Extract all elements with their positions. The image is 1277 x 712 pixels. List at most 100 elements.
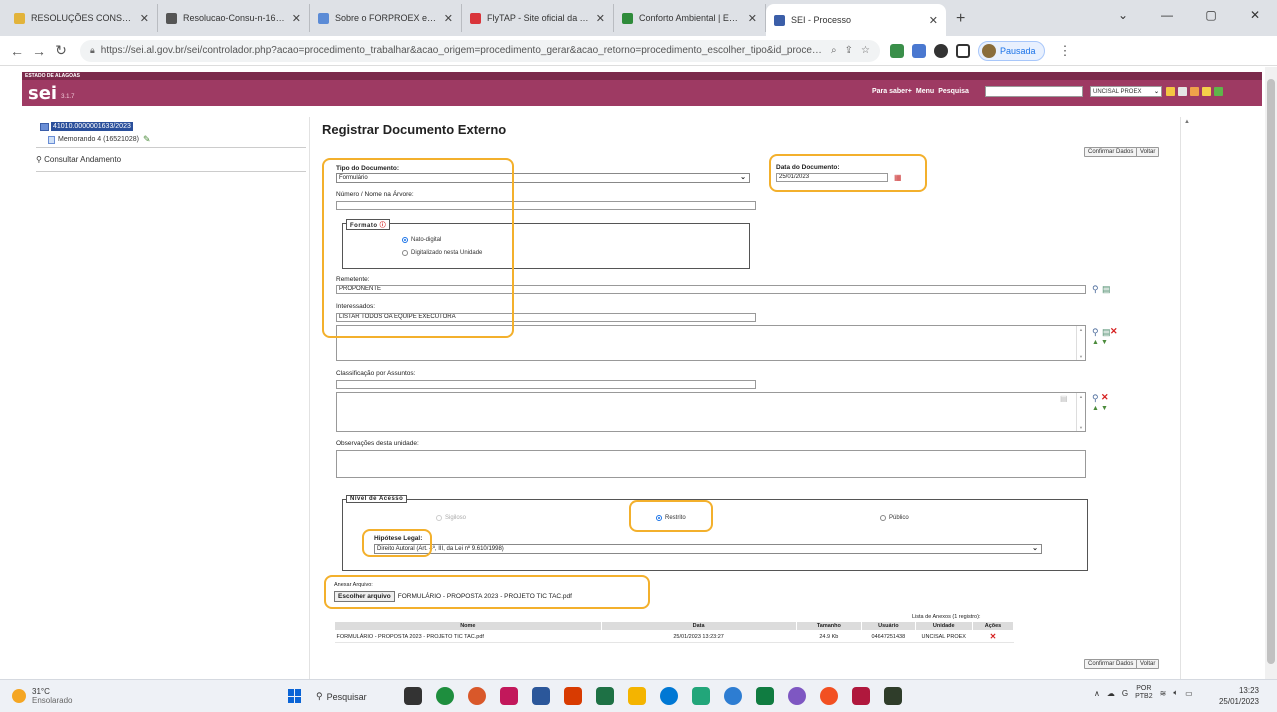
battery-icon[interactable]: ▭ bbox=[1185, 689, 1193, 698]
hipotese-select[interactable]: Direito Autoral (Art. 4º, III, da Lei nº… bbox=[374, 544, 1042, 554]
edge-icon[interactable] bbox=[660, 687, 678, 705]
classificacao-input[interactable] bbox=[336, 380, 756, 389]
wifi-icon[interactable]: ≋ bbox=[1160, 689, 1167, 698]
interessados-list[interactable] bbox=[336, 325, 1086, 361]
file-explorer-icon[interactable] bbox=[628, 687, 646, 705]
interessados-input[interactable]: LISTAR TODOS OA EQUIPE EXECUTORA bbox=[336, 313, 756, 322]
app-icon[interactable] bbox=[500, 687, 518, 705]
lock-icon[interactable]: 🔒︎ bbox=[90, 45, 95, 56]
clock[interactable]: 13:23 25/01/2023 bbox=[1219, 685, 1259, 707]
confirm-button-bottom[interactable]: Confirmar Dados bbox=[1084, 659, 1138, 669]
classificacao-list[interactable] bbox=[336, 392, 1086, 432]
forward-icon[interactable]: → bbox=[28, 43, 50, 59]
app-icon[interactable] bbox=[596, 687, 614, 705]
taskbar-search[interactable]: ⚲ Pesquisar bbox=[312, 686, 392, 707]
app-icon[interactable] bbox=[852, 687, 870, 705]
radio-dot[interactable] bbox=[402, 250, 408, 256]
calendar-icon[interactable]: ▦ bbox=[894, 173, 902, 182]
maximize-icon[interactable]: ▢ bbox=[1189, 0, 1233, 30]
observacoes-textarea[interactable] bbox=[336, 450, 1086, 478]
move-down-icon[interactable]: ▼ bbox=[1101, 338, 1108, 347]
list-scrollbar[interactable] bbox=[1076, 326, 1085, 360]
back-button-top[interactable]: Voltar bbox=[1136, 147, 1160, 157]
process-number[interactable]: 41010.0000001633/2023 bbox=[51, 122, 133, 131]
zoom-icon[interactable]: ⌕ bbox=[831, 45, 837, 56]
sei-search-input[interactable] bbox=[985, 86, 1083, 97]
remove-icon[interactable]: ✕ bbox=[1110, 327, 1118, 336]
file-input[interactable]: Escolher arquivo FORMULÁRIO - PROPOSTA 2… bbox=[334, 591, 572, 602]
close-tab-icon[interactable]: ✕ bbox=[596, 12, 605, 25]
tab-search-icon[interactable]: ⌄ bbox=[1101, 0, 1145, 30]
new-tab-button[interactable]: + bbox=[956, 10, 965, 28]
app-icon[interactable] bbox=[564, 687, 582, 705]
app-icon[interactable] bbox=[884, 687, 902, 705]
chrome-icon[interactable] bbox=[436, 687, 454, 705]
consultar-andamento-link[interactable]: ⚲ Consultar Andamento bbox=[36, 155, 121, 164]
tree-document-node[interactable]: Memorando 4 (16521028) ✎ bbox=[48, 134, 151, 145]
data-input[interactable]: 25/01/2023 bbox=[776, 173, 888, 182]
numero-input[interactable] bbox=[336, 201, 756, 210]
radio-digitalizado[interactable]: Digitalizado nesta Unidade bbox=[402, 250, 482, 256]
excel-icon[interactable] bbox=[756, 687, 774, 705]
remetente-input[interactable]: PROPONENTE bbox=[336, 285, 1086, 294]
browser-tab[interactable]: Conforto Ambiental | Enca ✕ bbox=[614, 4, 766, 32]
profile-button[interactable]: Pausada bbox=[978, 40, 1045, 61]
close-tab-icon[interactable]: ✕ bbox=[444, 12, 453, 25]
link-menu[interactable]: Menu bbox=[916, 88, 934, 95]
move-up-icon[interactable]: ▲ bbox=[1092, 404, 1099, 413]
list-scrollbar[interactable] bbox=[1076, 393, 1085, 431]
radio-dot[interactable] bbox=[880, 515, 886, 521]
news-icon[interactable] bbox=[1190, 87, 1199, 96]
close-tab-icon[interactable]: ✕ bbox=[292, 12, 301, 25]
config-icon[interactable] bbox=[1178, 87, 1187, 96]
contact-list-icon[interactable]: ▤ bbox=[1102, 285, 1111, 294]
start-button[interactable] bbox=[288, 689, 302, 703]
page-scrollbar[interactable] bbox=[1265, 67, 1277, 679]
choose-file-button[interactable]: Escolher arquivo bbox=[334, 591, 395, 602]
app-icon[interactable] bbox=[724, 687, 742, 705]
form-scrollbar[interactable]: ▲ bbox=[1180, 117, 1192, 679]
close-tab-icon[interactable]: ✕ bbox=[140, 12, 149, 25]
sei-logo[interactable]: sei bbox=[28, 83, 57, 104]
bookmark-star-icon[interactable]: ☆ bbox=[861, 45, 870, 56]
radio-dot[interactable] bbox=[402, 237, 408, 243]
share-icon[interactable]: ⇪ bbox=[845, 45, 853, 56]
back-button-bottom[interactable]: Voltar bbox=[1136, 659, 1160, 669]
browser-tab[interactable]: Sobre o FORPROEX e a REN ✕ bbox=[310, 4, 462, 32]
tree-process-node[interactable]: 41010.0000001633/2023 bbox=[40, 122, 133, 131]
browser-tab[interactable]: SEI - Processo ✕ bbox=[766, 4, 946, 36]
close-tab-icon[interactable]: ✕ bbox=[748, 12, 757, 25]
document-label[interactable]: Memorando 4 (16521028) bbox=[58, 136, 139, 143]
extension-icon[interactable] bbox=[912, 43, 926, 58]
scrollbar-thumb[interactable] bbox=[1267, 79, 1275, 664]
delete-icon[interactable]: ✕ bbox=[990, 632, 997, 641]
app-icon[interactable] bbox=[692, 687, 710, 705]
cloud-icon[interactable]: ☁ bbox=[1107, 689, 1115, 698]
word-icon[interactable] bbox=[532, 687, 550, 705]
language-indicator[interactable]: POR PTB2 bbox=[1135, 685, 1153, 701]
office-icon[interactable] bbox=[468, 687, 486, 705]
move-up-icon[interactable]: ▲ bbox=[1092, 338, 1099, 347]
confirm-button-top[interactable]: Confirmar Dados bbox=[1084, 147, 1138, 157]
browser-tab[interactable]: Resolucao-Consu-n-16-20 ✕ bbox=[158, 4, 310, 32]
radio-publico[interactable]: Público bbox=[880, 515, 909, 521]
volume-icon[interactable]: 🔈︎ bbox=[1173, 688, 1178, 698]
search-icon[interactable]: ⚲ bbox=[1092, 285, 1099, 294]
radio-dot[interactable] bbox=[436, 515, 442, 521]
radio-dot[interactable] bbox=[656, 515, 662, 521]
tipo-select[interactable]: Formulário ⌄ bbox=[336, 173, 750, 183]
radio-nato-digital[interactable]: Nato-digital bbox=[402, 237, 441, 243]
help-icon[interactable]: ⓘ bbox=[380, 223, 387, 229]
edit-icon[interactable] bbox=[1202, 87, 1211, 96]
exit-icon[interactable] bbox=[1214, 87, 1223, 96]
remove-icon[interactable]: ✕ bbox=[1101, 393, 1109, 402]
move-down-icon[interactable]: ▼ bbox=[1101, 404, 1108, 413]
task-view-icon[interactable] bbox=[404, 687, 422, 705]
extension-icon[interactable] bbox=[890, 43, 904, 58]
back-icon[interactable]: ← bbox=[6, 43, 28, 59]
weather-widget[interactable]: 31°C Ensolarado bbox=[12, 687, 72, 705]
search-icon[interactable]: ⚲ bbox=[1092, 394, 1099, 403]
link-pesquisa[interactable]: Pesquisa bbox=[938, 88, 969, 95]
user-icon[interactable] bbox=[1166, 87, 1175, 96]
browser-menu-icon[interactable]: ⋮ bbox=[1059, 43, 1072, 59]
